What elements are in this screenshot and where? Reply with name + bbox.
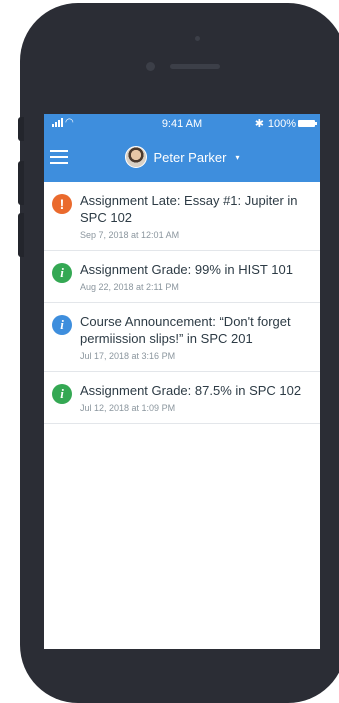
notification-title: Assignment Grade: 87.5% in SPC 102 — [80, 383, 302, 398]
notification-item[interactable]: i Assignment Grade: 87.5% in SPC 102 Jul… — [44, 372, 320, 424]
notification-date: Jul 17, 2018 at 3:16 PM — [80, 351, 176, 361]
exclamation-icon: ! — [52, 194, 72, 214]
volume-down-button — [18, 213, 24, 257]
earpiece-speaker — [170, 64, 220, 69]
avatar — [124, 146, 147, 168]
info-icon: i — [52, 263, 72, 283]
user-name: Peter Parker — [153, 149, 227, 165]
info-icon: i — [52, 384, 72, 404]
notification-list: ! Assignment Late: Essay #1: Jupiter in … — [44, 182, 320, 424]
notification-title: Course Announcement: “Don't forget permi… — [80, 314, 291, 346]
app-bar: ◠ 9:41 AM ✱ 100% Peter Parker ▾ — [44, 114, 320, 182]
phone-screen: ◠ 9:41 AM ✱ 100% Peter Parker ▾ ! Assign… — [44, 114, 320, 649]
volume-up-button — [18, 161, 24, 205]
notification-title: Assignment Grade: 99% in HIST 101 — [80, 262, 293, 277]
user-switcher[interactable]: Peter Parker ▾ — [44, 146, 320, 168]
bluetooth-icon: ✱ — [254, 118, 264, 130]
proximity-sensor — [195, 36, 200, 41]
notification-date: Jul 12, 2018 at 1:09 PM — [80, 403, 176, 413]
battery-icon — [298, 120, 317, 127]
mute-switch — [18, 117, 24, 141]
notification-date: Sep 7, 2018 at 12:01 AM — [80, 230, 180, 240]
notification-title: Assignment Late: Essay #1: Jupiter in SP… — [80, 193, 298, 225]
notification-item[interactable]: ! Assignment Late: Essay #1: Jupiter in … — [44, 182, 320, 251]
status-bar: ◠ 9:41 AM ✱ 100% — [44, 114, 320, 136]
battery-percent: 100% — [267, 118, 296, 130]
info-icon: i — [52, 315, 72, 335]
notification-date: Aug 22, 2018 at 2:11 PM — [80, 282, 179, 292]
chevron-down-icon: ▾ — [235, 152, 240, 162]
notification-item[interactable]: i Course Announcement: “Don't forget per… — [44, 303, 320, 372]
notification-item[interactable]: i Assignment Grade: 99% in HIST 101 Aug … — [44, 251, 320, 303]
front-camera — [146, 62, 155, 71]
